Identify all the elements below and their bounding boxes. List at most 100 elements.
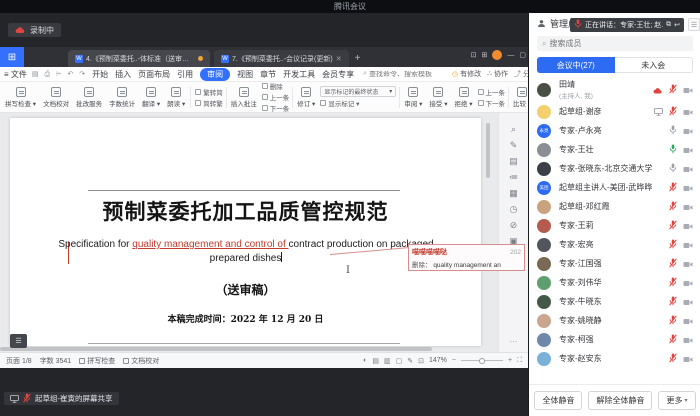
mic-muted-icon[interactable] [669,217,677,235]
mic-muted-icon[interactable] [669,179,677,197]
command-search-input[interactable] [369,71,447,78]
menu-页面布局[interactable]: 页面布局 [138,69,170,80]
file-menu[interactable]: ≡ 文件 [4,69,27,80]
tab-in-meeting[interactable]: 会议中(27) [537,57,615,73]
mic-muted-icon[interactable] [669,274,677,292]
ribbon-button-朗读[interactable]: 朗读 ▾ [165,87,187,108]
new-tab-button[interactable]: + [355,53,361,64]
mic-muted-icon[interactable] [669,350,677,368]
camera-icon[interactable] [683,274,693,292]
participant-row-12[interactable]: 专家-牛晓东 [529,292,700,311]
word-count[interactable]: 字数 3541 [40,356,72,366]
layout-icon[interactable]: ⊡ [471,51,477,59]
unmute-all-button[interactable]: 解除全体静音 [588,391,652,410]
mic-muted-icon[interactable] [669,255,677,273]
tab-not-joined[interactable]: 未入会 [615,57,694,73]
document-page[interactable]: 预制菜委托加工品质管控规范 Specification for quality … [10,118,481,346]
zoom-slider-knob[interactable] [479,358,485,364]
participant-row-8[interactable]: 专家-王莉 [529,216,700,235]
mic-muted-icon[interactable] [669,198,677,216]
ribbon-button-拼写检查[interactable]: 拼写检查 ▾ [3,87,38,108]
participant-row-6[interactable]: 美团起草组主讲人-美团-武晔晔 [529,178,700,197]
mic-muted-icon[interactable] [669,81,677,99]
participant-row-14[interactable]: 专家-柯强 [529,330,700,349]
popout-icon[interactable]: ⧉ [666,21,671,29]
fullscreen-icon[interactable]: ⛶ [517,357,522,365]
ribbon-button-下一条[interactable]: 下一条 [478,98,506,108]
outline-view-icon[interactable]: ▢ [396,357,403,365]
participant-row-13[interactable]: 专家-姚晓静 [529,311,700,330]
menu-开始[interactable]: 开始 [92,69,108,80]
command-search[interactable]: ⌕ [363,70,447,78]
ribbon-button-字数统计[interactable]: 字数统计 [107,87,137,108]
ribbon-button-批改服务[interactable]: 批改服务 [74,87,104,108]
wps-home-button[interactable]: ⊞ [0,47,24,67]
camera-icon[interactable] [683,141,693,159]
quick-access-icons[interactable]: ▤ ⎙ ⌲ ↶ ↷ [32,70,87,79]
ribbon-button-比较[interactable]: 比较 ▾ [508,87,528,108]
document-tab-1[interactable]: W4.《预制菜委托..-体标准（送审稿） [68,50,210,67]
more-button[interactable]: 更多▾ [658,391,695,410]
camera-icon[interactable] [683,160,693,178]
mic-muted-icon[interactable] [669,293,677,311]
camera-icon[interactable] [683,255,693,273]
fit-page-icon[interactable]: ⊡ [418,357,424,365]
participant-row-5[interactable]: 专家-张晓东-北京交通大学 [529,159,700,178]
participant-row-11[interactable]: 专家-刘伟华 [529,273,700,292]
revision-comment[interactable]: 喵喵喵喵哒 202 删除： quality management an [408,244,525,271]
zoom-level[interactable]: 147% [429,357,447,364]
camera-icon[interactable] [683,293,693,311]
mic-icon[interactable] [669,141,677,159]
ribbon-button-简转繁[interactable]: 简转繁 [195,98,223,108]
ribbon-button-删除[interactable]: 删除 [262,82,290,91]
mic-muted-icon[interactable] [669,312,677,330]
mic-icon[interactable] [669,122,677,140]
participant-row-9[interactable]: 专家-宏亮 [529,235,700,254]
ribbon-button-上一条[interactable]: 上一条 [262,92,290,102]
mic-icon[interactable] [669,160,677,178]
ribbon-button-插入批注[interactable]: 插入批注 [226,87,259,108]
ribbon-button-翻译[interactable]: 翻译 ▾ [140,87,162,108]
participant-row-2[interactable]: 起草组-谢彦 [529,102,700,121]
account-avatar[interactable] [492,50,502,60]
side-tool-icon[interactable]: ▤ [509,157,518,166]
panel-handle[interactable]: ☰ [688,18,700,31]
camera-icon[interactable] [683,350,693,368]
grid-icon[interactable]: ⊞ [482,51,488,59]
ribbon-button-显示标记[interactable]: 显示标记 ▾ [320,98,396,108]
camera-icon[interactable] [683,236,693,254]
camera-icon[interactable] [683,103,693,121]
side-tool-icon[interactable]: ⌕ [511,125,516,134]
camera-icon[interactable] [683,217,693,235]
zoom-in-button[interactable]: + [508,357,512,364]
camera-icon[interactable] [683,312,693,330]
ribbon-button-上一条[interactable]: 上一条 [478,87,506,97]
maximize-button[interactable]: ▢ [519,51,526,59]
menubar-collaborate-button[interactable]: ⛬协作 [487,69,508,79]
participant-row-15[interactable]: 专家-赵安东 [529,349,700,368]
camera-icon[interactable] [683,179,693,197]
menu-引用[interactable]: 引用 [177,69,193,80]
ribbon-button-下一条[interactable]: 下一条 [262,103,290,113]
camera-icon[interactable] [683,81,693,99]
ribbon-button-接受[interactable]: 接受 ▾ [427,87,449,108]
mic-muted-icon[interactable] [669,103,677,121]
mic-muted-icon[interactable] [669,236,677,254]
menu-插入[interactable]: 插入 [115,69,131,80]
ribbon-button-文档校对[interactable]: 文档校对 [41,87,71,108]
menu-会员专享[interactable]: 会员专享 [322,69,354,80]
horizontal-scrollbar[interactable] [0,347,481,351]
ribbon-button-拒绝[interactable]: 拒绝 ▾ [452,87,474,108]
side-more-icon[interactable]: ⋯ [510,337,518,346]
member-search[interactable]: ⌕ [537,36,693,51]
participant-row-7[interactable]: 起草组-邓红霞 [529,197,700,216]
zoom-out-button[interactable]: − [452,357,456,364]
ribbon-button-审阅[interactable]: 审阅 ▾ [399,87,424,108]
menubar-modified-status[interactable]: ◷有修改 [452,69,481,79]
ribbon-button-繁转简[interactable]: 繁转简 [195,87,223,97]
menu-开发工具[interactable]: 开发工具 [283,69,315,80]
participant-row-10[interactable]: 专家-江国强 [529,254,700,273]
participant-row-3[interactable]: 永亮专家-卢永亮 [529,121,700,140]
web-layout-icon[interactable]: ▥ [384,357,391,365]
side-tool-icon[interactable]: ✎ [510,141,518,150]
